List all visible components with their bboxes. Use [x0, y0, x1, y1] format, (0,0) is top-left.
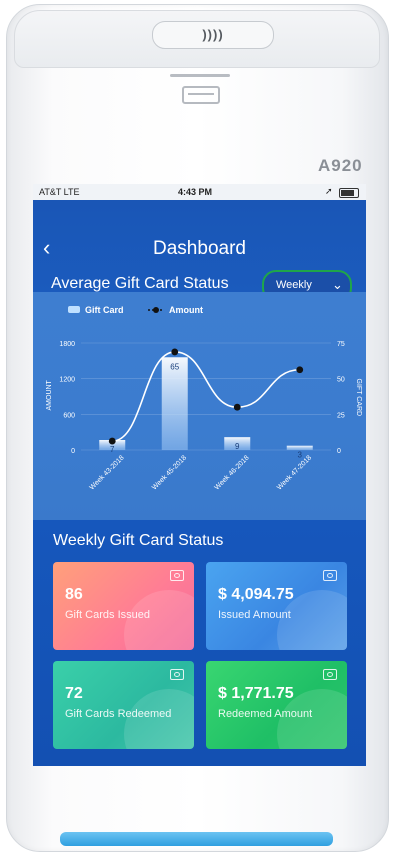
location-icon: ➚	[325, 186, 333, 196]
app-screen: AT&T LTE 4:43 PM ➚ ‹ Dashboard Average G…	[33, 184, 366, 766]
amount-line-series	[108, 348, 304, 445]
stat-label: Gift Cards Issued	[65, 609, 150, 621]
bar-series: 7 65 9 3	[99, 357, 313, 460]
legend-amount-label: Amount	[169, 305, 203, 315]
status-light-bar	[60, 832, 333, 846]
stat-label: Issued Amount	[218, 609, 291, 621]
right-tick-label: 50	[337, 377, 345, 384]
stat-card-gift-cards-issued[interactable]: 86 Gift Cards Issued	[53, 562, 194, 650]
battery-icon	[339, 188, 359, 198]
weekly-status-section: Weekly Gift Card Status 86 Gift Cards Is…	[33, 520, 366, 766]
carrier-label: AT&T LTE	[39, 187, 80, 197]
period-dropdown-value: Weekly	[276, 279, 312, 291]
nfc-reader: ))))	[152, 21, 274, 49]
left-tick-label: 1800	[59, 341, 75, 348]
money-icon	[170, 669, 184, 680]
chevron-down-icon: ⌄	[332, 277, 343, 292]
amount-point	[233, 403, 241, 411]
right-tick-label: 0	[337, 448, 341, 455]
amount-point	[296, 366, 304, 374]
legend-giftcard-label: Gift Card	[85, 305, 124, 315]
weekly-status-title: Weekly Gift Card Status	[53, 532, 224, 549]
bar-data-label: 65	[170, 362, 179, 371]
x-tick-label: Week 46-2018	[214, 454, 251, 491]
amount-point	[108, 437, 116, 445]
status-bar: AT&T LTE 4:43 PM ➚	[33, 184, 366, 200]
x-axis-ticks: Week 43-2018 Week 45-2018 Week 46-2018 Week…	[89, 454, 314, 491]
device-model-label: A920	[318, 156, 363, 175]
stat-value: 72	[65, 685, 83, 702]
bar-data-label: 7	[110, 445, 115, 454]
chart-legend: Gift Card Amount	[68, 305, 203, 315]
stat-label: Gift Cards Redeemed	[65, 708, 172, 720]
bar	[286, 445, 313, 450]
legend-amount-marker	[153, 307, 159, 313]
right-axis-ticks: 75 50 25 0	[337, 341, 345, 455]
chart-panel: Gift Card Amount 1800 1200 600 0 75 50 25 0 AM…	[33, 292, 366, 520]
stat-value: 86	[65, 586, 83, 603]
bar-data-label: 3	[298, 451, 303, 460]
chart-section-title: Average Gift Card Status	[51, 275, 229, 292]
stat-card-gift-cards-redeemed[interactable]: 72 Gift Cards Redeemed	[53, 661, 194, 749]
legend-giftcard-swatch	[68, 306, 80, 313]
x-tick-label: Week 43-2018	[89, 454, 126, 491]
printer-bar	[170, 74, 230, 77]
stat-card-redeemed-amount[interactable]: $ 1,771.75 Redeemed Amount	[206, 661, 347, 749]
terminal-top-housing: ))))	[14, 10, 380, 68]
gift-card-icon	[170, 570, 184, 581]
right-tick-label: 25	[337, 412, 345, 419]
amount-point	[171, 348, 179, 356]
right-axis-label: GIFT CARD	[355, 379, 362, 417]
x-tick-label: Week 47-2018	[276, 454, 313, 491]
stat-card-issued-amount[interactable]: $ 4,094.75 Issued Amount	[206, 562, 347, 650]
gift-card-chart: Gift Card Amount 1800 1200 600 0 75 50 25 0 AM…	[46, 305, 362, 492]
stat-value: $ 4,094.75	[218, 586, 294, 603]
clock: 4:43 PM	[178, 187, 213, 197]
left-axis-ticks: 1800 1200 600 0	[59, 341, 75, 455]
money-icon	[323, 669, 337, 680]
page-title: Dashboard	[153, 238, 246, 259]
right-tick-label: 75	[337, 341, 345, 348]
left-tick-label: 0	[71, 448, 75, 455]
bar-data-label: 9	[235, 442, 240, 451]
stat-value: $ 1,771.75	[218, 685, 294, 702]
x-tick-label: Week 45-2018	[151, 454, 188, 491]
stat-label: Redeemed Amount	[218, 708, 313, 720]
left-tick-label: 1200	[59, 377, 75, 384]
contactless-icon: ))))	[202, 27, 224, 42]
amount-line	[112, 351, 300, 442]
printer-slot	[182, 86, 220, 104]
money-icon	[323, 570, 337, 581]
dashboard-header: ‹ Dashboard Average Gift Card Status Wee…	[33, 200, 366, 302]
left-axis-label: AMOUNT	[46, 379, 53, 410]
left-tick-label: 600	[63, 412, 75, 419]
chart-gridlines	[81, 342, 331, 451]
